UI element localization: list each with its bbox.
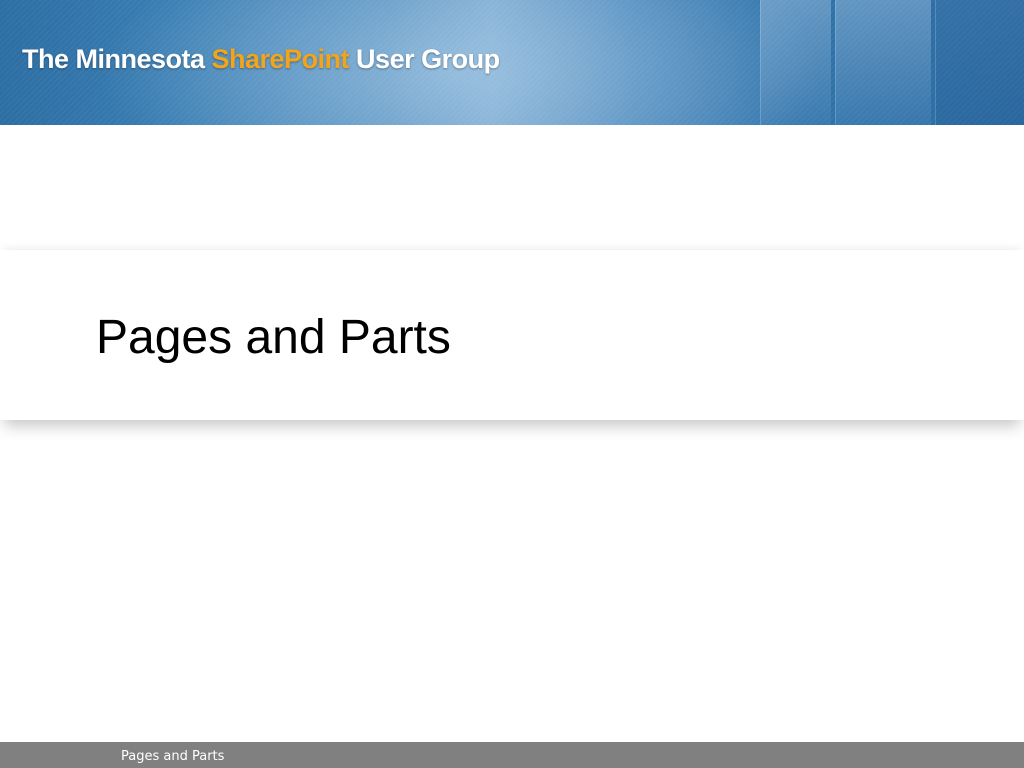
slide-title: Pages and Parts [96, 311, 451, 364]
title-band: Pages and Parts [0, 250, 1024, 420]
group-title-prefix: The Minnesota [22, 44, 212, 74]
footer-bar: Pages and Parts [0, 742, 1024, 768]
slide: The Minnesota SharePoint User Group Page… [0, 0, 1024, 768]
footer-text: Pages and Parts [121, 749, 225, 764]
group-title-suffix: User Group [349, 44, 500, 74]
group-title-accent: SharePoint [211, 44, 350, 74]
banner-building-image [760, 0, 831, 125]
banner-building-image [935, 0, 1024, 125]
group-title: The Minnesota SharePoint User Group [22, 44, 500, 75]
banner-building-image [835, 0, 931, 125]
header-banner: The Minnesota SharePoint User Group [0, 0, 1024, 125]
